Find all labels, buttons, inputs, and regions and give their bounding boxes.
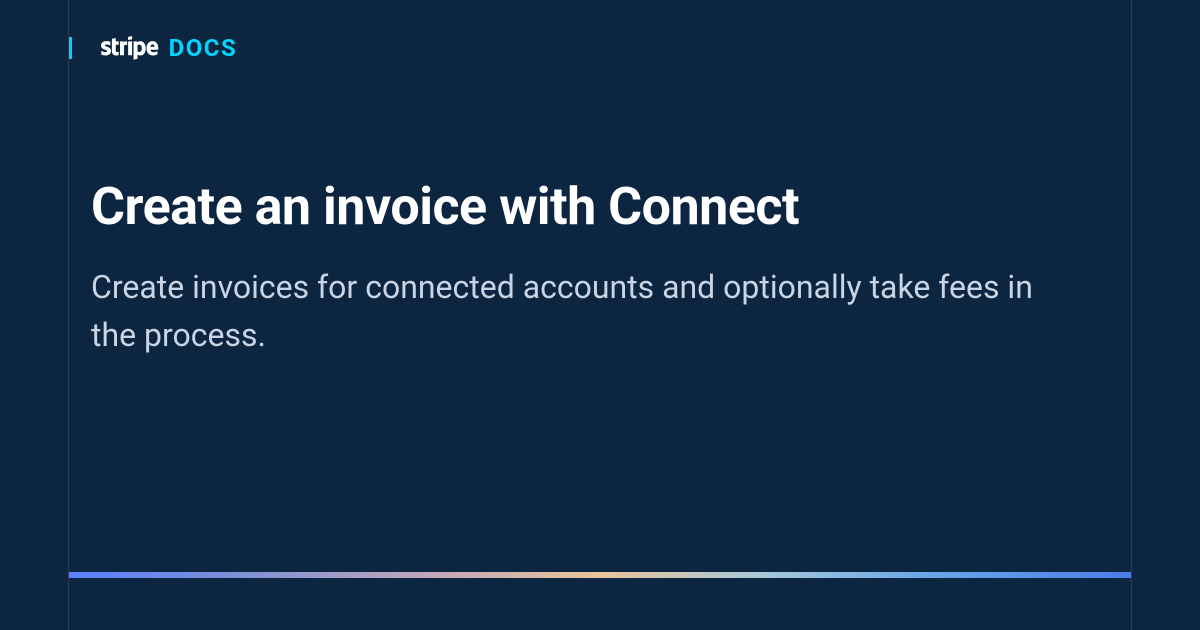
logo-row: DOCS — [91, 36, 1109, 60]
stripe-wordmark-icon — [101, 36, 159, 60]
content-frame: DOCS Create an invoice with Connect Crea… — [68, 0, 1132, 630]
content-area: DOCS Create an invoice with Connect Crea… — [69, 0, 1131, 359]
gradient-divider — [69, 572, 1131, 578]
docs-label: DOCS — [169, 36, 238, 60]
page-subtitle: Create invoices for connected accounts a… — [91, 263, 1051, 359]
accent-bar — [69, 37, 72, 59]
page-title: Create an invoice with Connect — [91, 178, 1109, 235]
stripe-logo — [101, 36, 159, 60]
